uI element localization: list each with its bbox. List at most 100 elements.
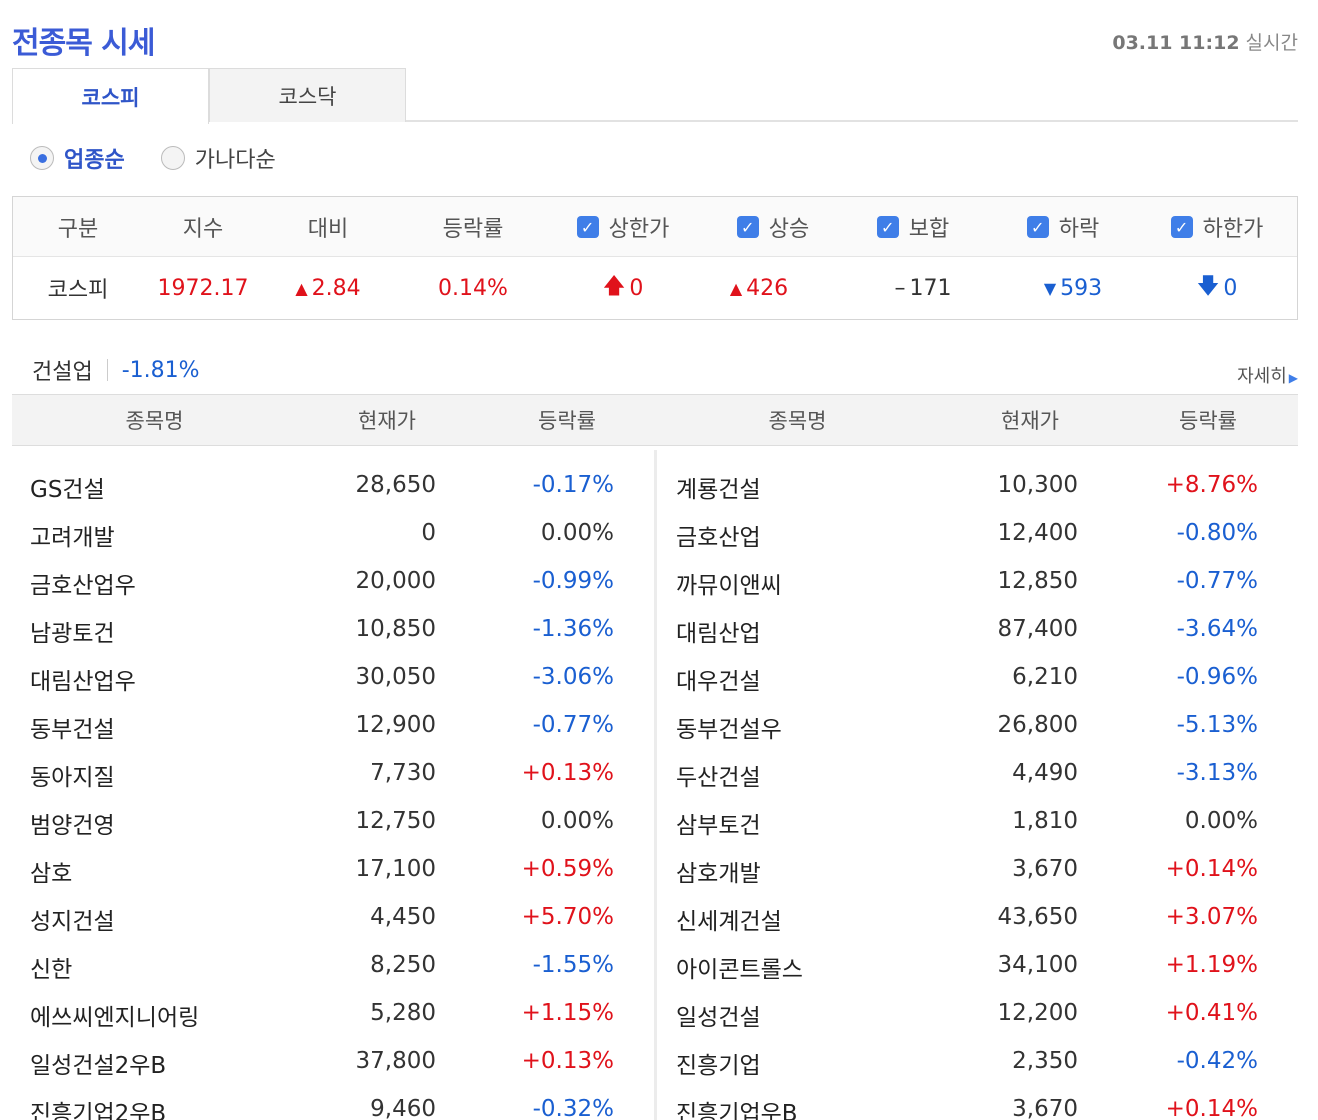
tab-kosdaq[interactable]: 코스닥 [209, 68, 406, 122]
stock-price: 7,730 [370, 760, 436, 786]
stock-name-link[interactable]: GS건설 [30, 470, 105, 504]
stock-name-link[interactable]: 동부건설 [30, 710, 115, 744]
stock-name-link[interactable]: 신한 [30, 950, 72, 984]
sort-by-name-radio[interactable]: 가나다순 [160, 142, 276, 174]
upper-limit-filter[interactable]: ✓ 상한가 [543, 197, 703, 257]
up-triangle-icon: ▲ [295, 278, 308, 298]
stock-name-link[interactable]: 금호산업우 [30, 566, 136, 600]
sort-by-sector-radio[interactable]: 업종순 [30, 142, 125, 174]
stock-price: 37,800 [355, 1048, 436, 1074]
stock-price: 10,300 [997, 472, 1078, 498]
sort-by-sector-label: 업종순 [64, 148, 125, 173]
tab-kospi[interactable]: 코스피 [12, 68, 209, 124]
stock-name-link[interactable]: 까뮤이앤씨 [676, 566, 782, 600]
stock-rate: -0.77% [532, 712, 614, 738]
up-triangle-icon: ▲ [729, 278, 743, 298]
summary-upper-limit: 🡅 0 [543, 257, 703, 319]
stock-name-link[interactable]: 두산건설 [676, 758, 761, 792]
stock-price: 12,850 [997, 568, 1078, 594]
down-triangle-icon: ▼ [1043, 278, 1057, 298]
stock-name-link[interactable]: 대우건설 [676, 662, 761, 696]
stock-price: 28,650 [355, 472, 436, 498]
stock-price: 4,490 [1012, 760, 1078, 786]
flat-filter[interactable]: ✓ 보합 [843, 197, 983, 257]
divider [106, 359, 108, 381]
stock-name-link[interactable]: 에쓰씨엔지니어링 [30, 998, 199, 1032]
market-tabs: 코스피 코스닥 [12, 68, 1298, 124]
lower-limit-filter[interactable]: ✓ 하한가 [1137, 197, 1297, 257]
page-title: 전종목 시세 [12, 26, 155, 61]
stock-rate: -3.13% [1176, 760, 1258, 786]
stock-name-link[interactable]: 대림산업우 [30, 662, 136, 696]
stock-name-link[interactable]: 범양건영 [30, 806, 115, 840]
summary-change-value: 2.84 [311, 275, 361, 301]
sector-heading: 건설업 -1.81% [32, 354, 200, 386]
stock-price: 4,450 [370, 904, 436, 930]
stock-name-link[interactable]: 대림산업 [676, 614, 761, 648]
stock-name-link[interactable]: 신세계건설 [676, 902, 782, 936]
stock-name-link[interactable]: 성지건설 [30, 902, 115, 936]
stock-rate: -1.55% [532, 952, 614, 978]
stock-name-link[interactable]: 진흥기업우B [676, 1094, 798, 1120]
summary-category: 코스피 [47, 278, 109, 303]
header-name-left: 종목명 [125, 409, 184, 433]
stock-rate: +1.19% [1165, 952, 1258, 978]
stock-name-link[interactable]: 고려개발 [30, 518, 115, 552]
stock-name-link[interactable]: 남광토건 [30, 614, 115, 648]
stock-rate: -0.80% [1176, 520, 1258, 546]
stock-price: 8,250 [370, 952, 436, 978]
stock-price: 3,670 [1012, 1096, 1078, 1120]
stock-name-link[interactable]: 삼부토건 [676, 806, 761, 840]
header-rate-right: 등락률 [1179, 409, 1237, 433]
summary-index: 1972.17 [157, 275, 249, 301]
flat-label: 보합 [908, 217, 950, 242]
details-link[interactable]: 자세히 ▶ [1237, 362, 1298, 388]
stock-price: 6,210 [1012, 664, 1078, 690]
stock-name-link[interactable]: 동아지질 [30, 758, 115, 792]
stock-name-link[interactable]: 계룡건설 [676, 470, 761, 504]
stock-price: 30,050 [355, 664, 436, 690]
stock-rate: -3.06% [532, 664, 614, 690]
fall-filter[interactable]: ✓ 하락 [993, 197, 1133, 257]
details-link-label: 자세히 [1237, 366, 1287, 387]
realtime-label: 실시간 [1245, 32, 1298, 54]
stock-price: 10,850 [355, 616, 436, 642]
stock-name-link[interactable]: 일성건설 [676, 998, 761, 1032]
stock-name-link[interactable]: 진흥기업 [676, 1046, 761, 1080]
checkbox-checked-icon: ✓ [1170, 216, 1193, 238]
stock-price: 87,400 [997, 616, 1078, 642]
summary-rise: ▲ 426 [689, 257, 829, 319]
stock-rate: +0.14% [1165, 856, 1258, 882]
summary-header-change: 대비 [307, 217, 349, 242]
stock-rate: +0.14% [1165, 1096, 1258, 1120]
market-summary-table: 구분 지수 대비 등락률 ✓ 상한가 ✓ 상승 ✓ 보합 ✓ 하락 ✓ 하한가 코스피 1… [12, 196, 1298, 320]
stock-rate: +3.07% [1165, 904, 1258, 930]
stock-price: 43,650 [997, 904, 1078, 930]
summary-lower-limit: 🡇 0 [1137, 257, 1297, 319]
stock-name-link[interactable]: 아이콘트롤스 [676, 950, 803, 984]
stock-name-link[interactable]: 동부건설우 [676, 710, 782, 744]
header-name-right: 종목명 [768, 409, 827, 433]
stock-rate: +8.76% [1165, 472, 1258, 498]
stock-price: 17,100 [355, 856, 436, 882]
summary-header-row: 구분 지수 대비 등락률 ✓ 상한가 ✓ 상승 ✓ 보합 ✓ 하락 ✓ 하한가 [13, 197, 1297, 257]
flat-dash-icon: – [894, 275, 906, 301]
stock-rate: +5.70% [521, 904, 614, 930]
stock-price: 12,400 [997, 520, 1078, 546]
stock-name-link[interactable]: 삼호개발 [676, 854, 761, 888]
stock-name-link[interactable]: 삼호 [30, 854, 72, 888]
stock-rate: 0.00% [1184, 808, 1258, 834]
stock-price: 34,100 [997, 952, 1078, 978]
column-divider [654, 450, 657, 1120]
summary-flat-value: 171 [909, 275, 952, 301]
checkbox-checked-icon: ✓ [736, 216, 759, 238]
summary-change: ▲ 2.84 [263, 257, 393, 319]
header-price-left: 현재가 [358, 409, 416, 433]
stock-rate: -0.96% [1176, 664, 1258, 690]
rise-filter[interactable]: ✓ 상승 [703, 197, 843, 257]
summary-lower-limit-value: 0 [1223, 275, 1238, 301]
stock-name-link[interactable]: 일성건설2우B [30, 1046, 166, 1080]
summary-fall-value: 593 [1060, 275, 1103, 301]
stock-name-link[interactable]: 금호산업 [676, 518, 761, 552]
stock-name-link[interactable]: 진흥기업2우B [30, 1094, 166, 1120]
